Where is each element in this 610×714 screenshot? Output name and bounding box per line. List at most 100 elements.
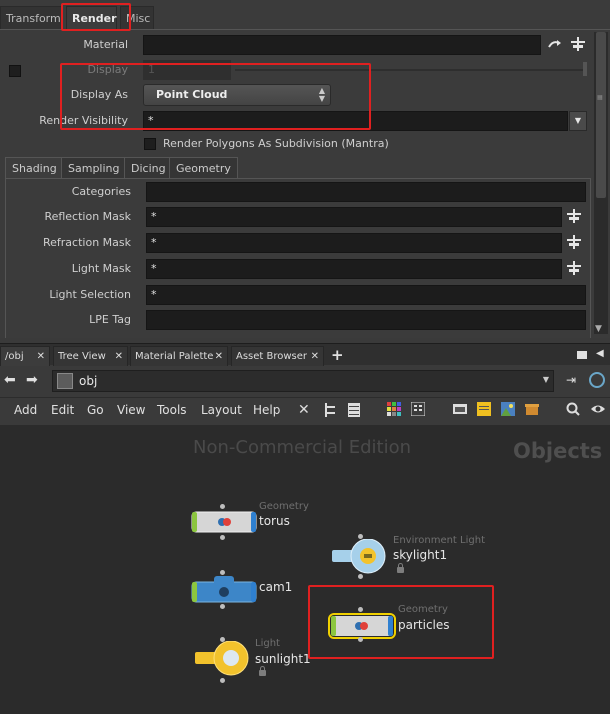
node-torus[interactable] [191,510,257,534]
dropdown-arrow-icon[interactable]: ▼ [569,111,587,131]
light-mask-label: Light Mask [71,262,131,275]
pin-icon[interactable]: ⇥ [566,373,576,387]
parameter-scrollbar[interactable]: ▦ ▼ [594,32,608,334]
refraction-mask-chooser-icon[interactable] [565,234,583,252]
node-type-label: Light [255,638,280,649]
render-visibility-label: Render Visibility [39,114,128,127]
close-icon[interactable]: ✕ [215,347,223,367]
tab-dicing[interactable]: Dicing [124,157,173,179]
render-visibility-field[interactable]: * [143,111,568,131]
close-icon[interactable]: ✕ [115,347,123,367]
tab-divider [0,29,610,30]
tab-tree-view[interactable]: Tree View ✕ [53,346,128,366]
tab-obj-label: /obj [5,351,24,362]
watermark-text: Non-Commercial Edition [193,437,412,458]
node-particles[interactable] [328,613,396,639]
eye-icon[interactable] [590,402,606,418]
network-box-icon[interactable] [453,402,469,418]
reflection-mask-label: Reflection Mask [44,210,131,223]
node-name-label: skylight1 [393,548,448,562]
sticky-note-icon[interactable] [477,402,493,418]
asset-box-icon[interactable] [525,402,541,418]
menu-edit[interactable]: Edit [51,403,74,417]
tab-geometry[interactable]: Geometry [169,157,238,179]
node-name-label: sunlight1 [255,652,311,666]
light-mask-field[interactable]: * [146,259,562,279]
node-type-label: Geometry [398,604,448,615]
tab-obj[interactable]: /obj ✕ [0,346,50,366]
input-port[interactable] [220,570,225,575]
display-as-value: Point Cloud [156,88,228,101]
grid-icon[interactable] [410,401,427,418]
close-icon[interactable]: ✕ [311,347,319,367]
tab-render[interactable]: Render [66,6,117,30]
refraction-mask-field[interactable]: * [146,233,562,253]
menu-go[interactable]: Go [87,403,104,417]
light-mask-chooser-icon[interactable] [565,260,583,278]
node-name-label: cam1 [259,580,293,594]
obj-context-icon [57,373,73,389]
tab-asset-browser[interactable]: Asset Browser ✕ [231,346,324,366]
node-chooser-icon[interactable] [569,36,587,54]
tab-shading[interactable]: Shading [5,157,64,179]
jump-arrow-icon[interactable] [546,37,564,55]
material-field[interactable] [143,35,541,55]
node-type-label: Geometry [259,501,309,512]
reflection-mask-field[interactable]: * [146,207,562,227]
tab-material-palette[interactable]: Material Palette ✕ [130,346,228,366]
display-as-menu[interactable]: Point Cloud ▲ ▼ [143,84,331,106]
wrench-icon[interactable]: ✕ [298,402,314,418]
path-dropdown-icon[interactable]: ▼ [543,375,549,384]
node-sunlight1[interactable] [193,640,251,677]
link-icon[interactable] [589,372,605,388]
output-port[interactable] [220,678,225,683]
menu-view[interactable]: View [117,403,145,417]
render-polygons-label: Render Polygons As Subdivision (Mantra) [163,137,389,150]
path-text: obj [79,374,98,388]
lock-icon [397,563,404,573]
display-slider-handle[interactable] [583,62,587,76]
input-port[interactable] [220,504,225,509]
menu-add[interactable]: Add [14,403,37,417]
add-tab-icon[interactable]: + [331,346,344,364]
display-value-field[interactable]: 1 [143,60,231,80]
network-menu-bar: Add Edit Go View Tools Layout Help ✕ [0,397,610,424]
list-view-icon[interactable] [347,402,363,418]
light-selection-field[interactable]: * [146,285,586,305]
render-polygons-checkbox[interactable] [144,138,156,150]
maximize-pane-icon[interactable] [577,351,587,359]
tab-sampling[interactable]: Sampling [61,157,127,179]
lpe-tag-field[interactable] [146,310,586,330]
tab-transform[interactable]: Transform [0,6,62,30]
scroll-down-icon[interactable]: ▼ [595,324,602,334]
menu-tools[interactable]: Tools [157,403,187,417]
close-icon[interactable]: ✕ [37,347,45,367]
scrollbar-thumb[interactable] [596,32,606,198]
forward-arrow-icon[interactable]: ➡ [26,372,38,388]
node-cam1[interactable] [191,576,257,604]
categories-field[interactable] [146,182,586,202]
search-icon[interactable] [566,402,582,418]
input-port[interactable] [358,607,363,612]
output-port[interactable] [220,535,225,540]
image-icon[interactable] [501,402,517,418]
color-palette-icon[interactable] [387,402,403,418]
parameter-tab-bar: Transform Render Misc [0,6,160,30]
output-port[interactable] [358,574,363,579]
reflection-mask-chooser-icon[interactable] [565,208,583,226]
tab-material-palette-label: Material Palette [135,351,214,362]
tab-misc[interactable]: Misc [120,6,154,30]
network-editor[interactable]: Non-Commercial Edition Objects Geometry … [0,425,610,714]
output-port[interactable] [358,637,363,642]
node-skylight1[interactable] [330,538,388,575]
updown-arrows-icon: ▲ ▼ [318,86,325,103]
menu-help[interactable]: Help [253,403,280,417]
pane-menu-icon[interactable]: ◀ [596,348,604,359]
tab-tree-view-label: Tree View [58,351,106,362]
output-port[interactable] [220,604,225,609]
path-field[interactable]: obj ▼ [52,370,554,392]
back-arrow-icon[interactable]: ⬅ [4,372,16,388]
display-slider-track[interactable] [235,69,585,71]
tree-icon[interactable] [323,402,339,418]
menu-layout[interactable]: Layout [201,403,242,417]
